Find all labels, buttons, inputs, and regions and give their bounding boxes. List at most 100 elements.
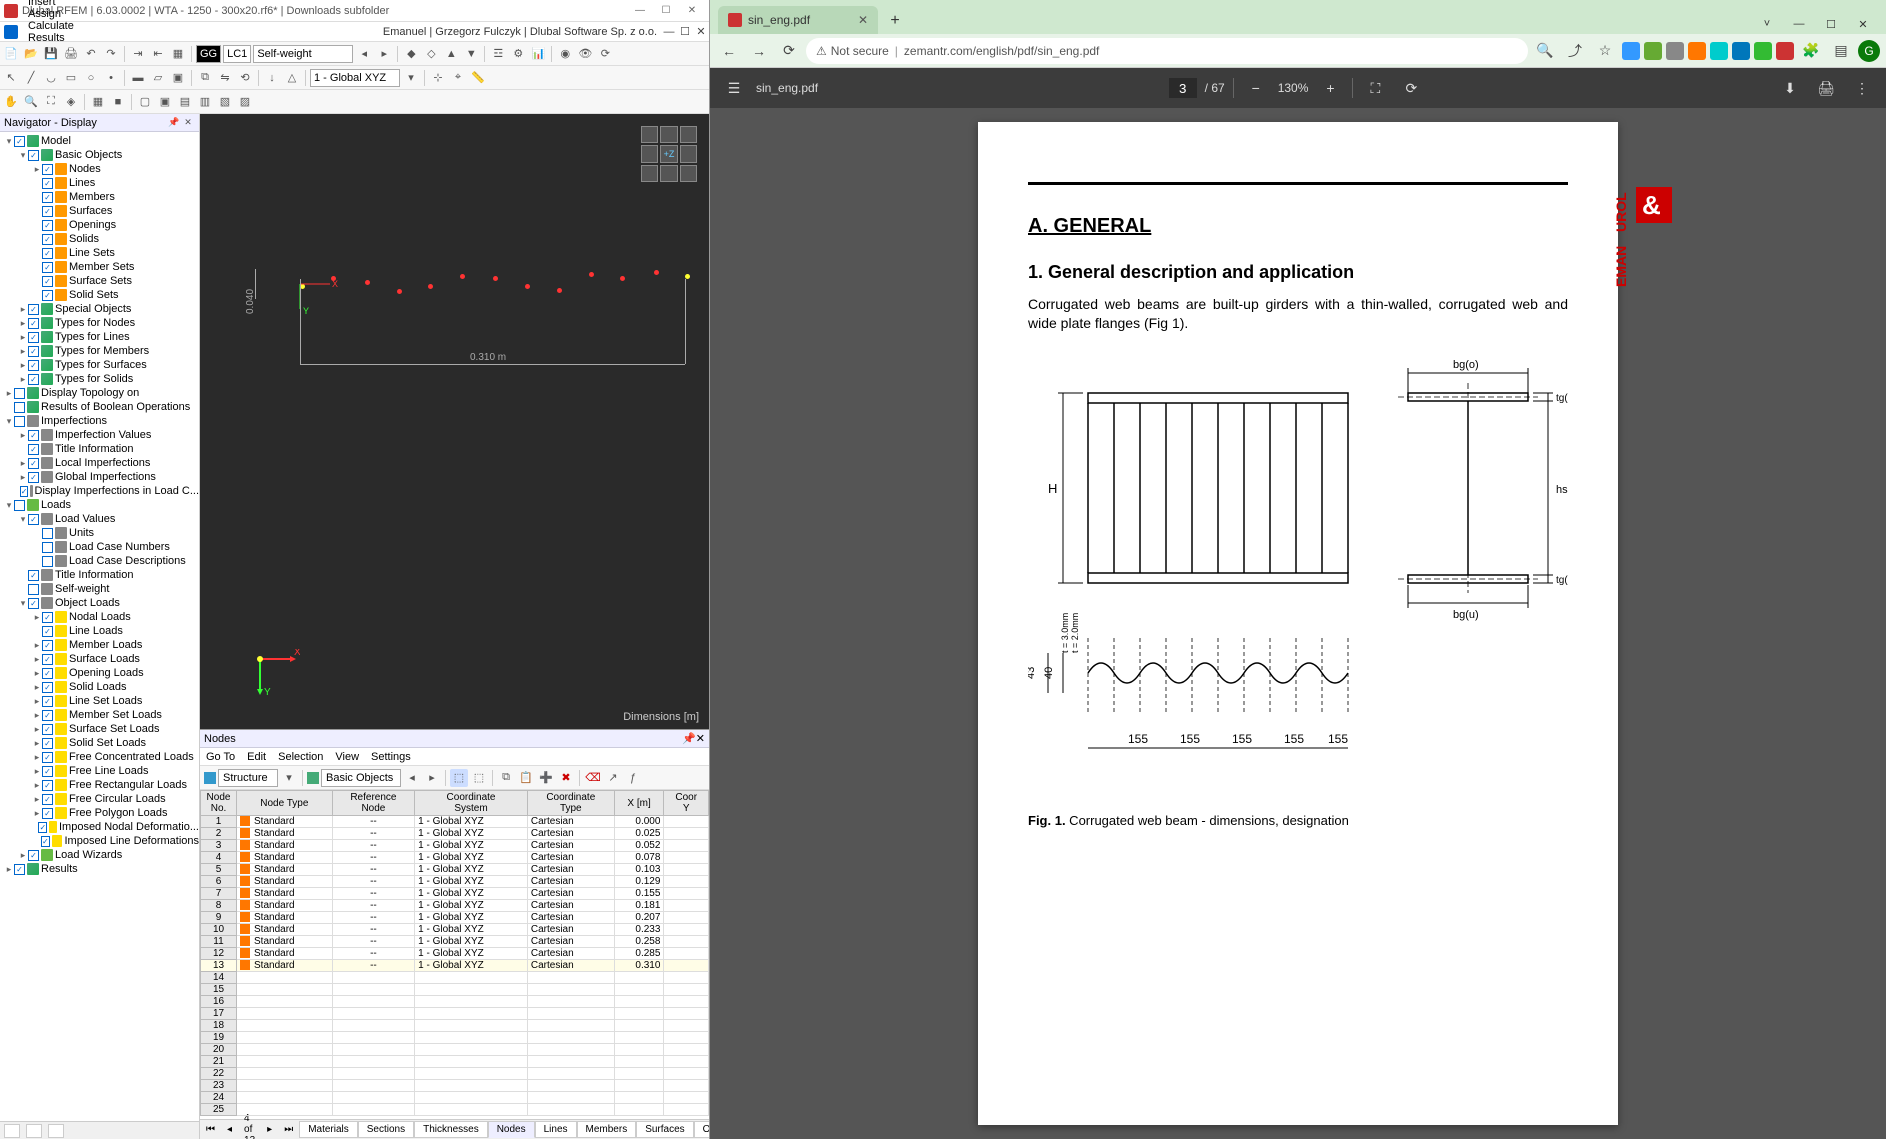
tree-checkbox[interactable] bbox=[42, 276, 53, 287]
structure-combo[interactable]: Structure bbox=[218, 769, 278, 787]
ext-8-icon[interactable] bbox=[1776, 42, 1794, 60]
nav-tab-3[interactable] bbox=[48, 1124, 64, 1138]
tree-item-2[interactable]: ▸Nodes bbox=[0, 162, 199, 176]
copy-row-icon[interactable]: ⧉ bbox=[497, 769, 515, 787]
nodes-menu-edit[interactable]: Edit bbox=[241, 751, 272, 763]
tree-checkbox[interactable] bbox=[28, 360, 39, 371]
tree-checkbox[interactable] bbox=[14, 402, 25, 413]
tab-surfaces[interactable]: Surfaces bbox=[636, 1121, 693, 1138]
tree-checkbox[interactable] bbox=[14, 864, 25, 875]
ext-3-icon[interactable] bbox=[1666, 42, 1684, 60]
tree-item-47[interactable]: ▸Free Circular Loads bbox=[0, 792, 199, 806]
navigator-pin-icon[interactable]: 📌 bbox=[167, 117, 181, 128]
tree-item-6[interactable]: Openings bbox=[0, 218, 199, 232]
func-icon[interactable]: ƒ bbox=[624, 769, 642, 787]
tab-openings[interactable]: Openings bbox=[694, 1121, 709, 1138]
circle-icon[interactable]: ○ bbox=[82, 69, 100, 87]
filter2-icon[interactable]: ⬚ bbox=[470, 769, 488, 787]
viewport-node[interactable] bbox=[428, 284, 433, 289]
print-icon[interactable]: 🖨 bbox=[62, 45, 80, 63]
tab-nodes[interactable]: Nodes bbox=[488, 1121, 535, 1138]
arc-icon[interactable]: ◡ bbox=[42, 69, 60, 87]
tree-item-32[interactable]: Self-weight bbox=[0, 582, 199, 596]
table-row[interactable]: 12Standard--1 - Global XYZCartesian0.285 bbox=[201, 948, 709, 960]
menu-insert[interactable]: Insert bbox=[22, 0, 80, 8]
shaded-icon[interactable]: ■ bbox=[109, 93, 127, 111]
table-row[interactable]: 23 bbox=[201, 1080, 709, 1092]
table-row[interactable]: 14 bbox=[201, 972, 709, 984]
zoom-icon[interactable]: 🔍 bbox=[22, 93, 40, 111]
load-icon[interactable]: ↓ bbox=[263, 69, 281, 87]
tree-checkbox[interactable] bbox=[42, 262, 53, 273]
view1-icon[interactable]: ▢ bbox=[136, 93, 154, 111]
outdent-icon[interactable]: ⇤ bbox=[149, 45, 167, 63]
tree-item-51[interactable]: ▸Load Wizards bbox=[0, 848, 199, 862]
tree-checkbox[interactable] bbox=[42, 192, 53, 203]
zoom-in-button[interactable]: + bbox=[1316, 74, 1344, 102]
indent-icon[interactable]: ⇥ bbox=[129, 45, 147, 63]
tree-item-19[interactable]: Results of Boolean Operations bbox=[0, 400, 199, 414]
security-warning[interactable]: ⚠ Not secure bbox=[816, 44, 889, 58]
menu-assign[interactable]: Assign bbox=[22, 8, 80, 20]
tree-checkbox[interactable] bbox=[42, 234, 53, 245]
tab-close-icon[interactable]: ✕ bbox=[858, 13, 868, 27]
tree-checkbox[interactable] bbox=[42, 220, 53, 231]
viewport-node[interactable] bbox=[589, 272, 594, 277]
tree-item-25[interactable]: Display Imperfections in Load C... bbox=[0, 484, 199, 498]
view5-icon[interactable]: ▧ bbox=[216, 93, 234, 111]
snap-icon[interactable]: ⌖ bbox=[449, 69, 467, 87]
clear-icon[interactable]: ⌫ bbox=[584, 769, 602, 787]
nodes-grid-wrap[interactable]: NodeNo.Node TypeReferenceNodeCoordinateS… bbox=[200, 790, 709, 1119]
tree-checkbox[interactable] bbox=[28, 458, 39, 469]
tree-checkbox[interactable] bbox=[42, 794, 53, 805]
navigator-close-icon[interactable]: ✕ bbox=[181, 117, 195, 128]
nodes-grid[interactable]: NodeNo.Node TypeReferenceNodeCoordinateS… bbox=[200, 790, 709, 1116]
tree-checkbox[interactable] bbox=[38, 822, 47, 833]
page-first-icon[interactable]: ⏮ bbox=[200, 1124, 221, 1135]
tree-checkbox[interactable] bbox=[42, 738, 53, 749]
tree-checkbox[interactable] bbox=[28, 850, 39, 861]
tree-item-1[interactable]: ▾Basic Objects bbox=[0, 148, 199, 162]
reload-button[interactable]: ⟳ bbox=[776, 38, 802, 64]
tree-item-40[interactable]: ▸Line Set Loads bbox=[0, 694, 199, 708]
table-row[interactable]: 2Standard--1 - Global XYZCartesian0.025 bbox=[201, 828, 709, 840]
tree-checkbox[interactable] bbox=[42, 612, 53, 623]
table-row[interactable]: 3Standard--1 - Global XYZCartesian0.052 bbox=[201, 840, 709, 852]
viewport-node[interactable] bbox=[460, 274, 465, 279]
nav-tab-2[interactable] bbox=[26, 1124, 42, 1138]
tree-item-8[interactable]: Line Sets bbox=[0, 246, 199, 260]
nav-tab-1[interactable] bbox=[4, 1124, 20, 1138]
rotate-icon[interactable]: ⟳ bbox=[1397, 74, 1425, 102]
tree-item-28[interactable]: Units bbox=[0, 526, 199, 540]
tree-item-11[interactable]: Solid Sets bbox=[0, 288, 199, 302]
tree-checkbox[interactable] bbox=[28, 444, 39, 455]
tree-item-50[interactable]: Imposed Line Deformations bbox=[0, 834, 199, 848]
export-icon[interactable]: ↗ bbox=[604, 769, 622, 787]
tree-checkbox[interactable] bbox=[20, 486, 29, 497]
tree-item-13[interactable]: ▸Types for Nodes bbox=[0, 316, 199, 330]
table-row[interactable]: 18 bbox=[201, 1020, 709, 1032]
table-row[interactable]: 1Standard--1 - Global XYZCartesian0.000 bbox=[201, 816, 709, 828]
table-row[interactable]: 10Standard--1 - Global XYZCartesian0.233 bbox=[201, 924, 709, 936]
tree-checkbox[interactable] bbox=[14, 416, 25, 427]
tree-checkbox[interactable] bbox=[42, 206, 53, 217]
tree-item-27[interactable]: ▾Load Values bbox=[0, 512, 199, 526]
mdi-restore[interactable]: ☐ bbox=[677, 25, 693, 38]
coord-system[interactable]: 1 - Global XYZ bbox=[310, 69, 400, 87]
tree-item-12[interactable]: ▸Special Objects bbox=[0, 302, 199, 316]
combo-drop-icon[interactable]: ▾ bbox=[280, 769, 298, 787]
tree-checkbox[interactable] bbox=[42, 724, 53, 735]
bookmark-icon[interactable]: ☆ bbox=[1592, 38, 1618, 64]
viewport-node[interactable] bbox=[365, 280, 370, 285]
tree-item-30[interactable]: Load Case Descriptions bbox=[0, 554, 199, 568]
cube-icon[interactable]: ◉ bbox=[556, 45, 574, 63]
tree-checkbox[interactable] bbox=[42, 710, 53, 721]
tree-item-26[interactable]: ▾Loads bbox=[0, 498, 199, 512]
tree-item-33[interactable]: ▾Object Loads bbox=[0, 596, 199, 610]
zoom-indicator-icon[interactable]: 🔍 bbox=[1532, 38, 1558, 64]
tree-item-41[interactable]: ▸Member Set Loads bbox=[0, 708, 199, 722]
tree-item-43[interactable]: ▸Solid Set Loads bbox=[0, 736, 199, 750]
delete-row-icon[interactable]: ✖ bbox=[557, 769, 575, 787]
iso-icon[interactable]: ◈ bbox=[62, 93, 80, 111]
table-row[interactable]: 8Standard--1 - Global XYZCartesian0.181 bbox=[201, 900, 709, 912]
